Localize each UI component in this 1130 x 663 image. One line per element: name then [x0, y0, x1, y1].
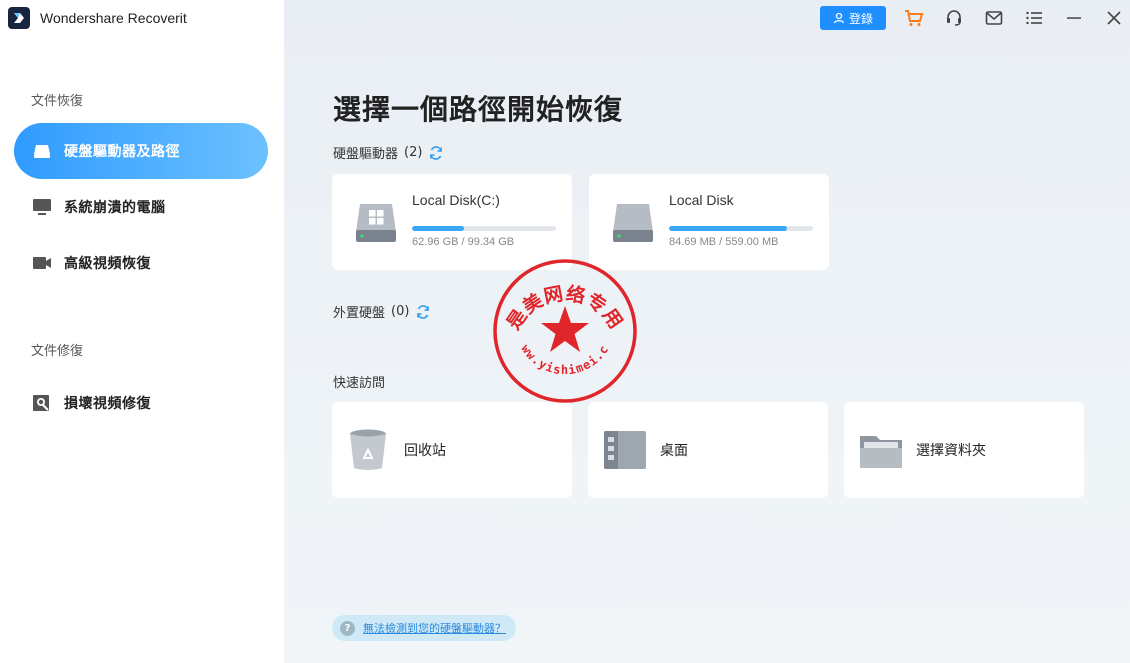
close-icon[interactable] [1104, 8, 1124, 28]
red-seal-stamp: 赤是美网络专用章 www.yishimei.cn [480, 238, 640, 406]
app-title-bar: Wondershare Recoverit [8, 6, 187, 30]
login-label: 登錄 [848, 11, 873, 26]
desktop-icon [602, 428, 648, 472]
sidebar-item-advanced-video[interactable]: 高級視頻恢復 [14, 235, 268, 291]
quick-access-label: 快速訪問 [333, 372, 385, 391]
sidebar-item-label: 硬盤驅動器及路徑 [64, 144, 180, 160]
external-label: 外置硬盤 [333, 306, 386, 321]
section-label-recover: 文件恢復 [31, 94, 84, 109]
windows-drive-icon [354, 202, 398, 244]
sidebar: Wondershare Recoverit 文件恢復 硬盤驅動器及路徑 系統崩潰… [0, 0, 284, 663]
external-count: (0) [391, 304, 410, 319]
video-camera-icon [32, 253, 52, 273]
question-icon: ? [340, 620, 355, 636]
drive-icon [611, 202, 655, 244]
user-icon [833, 12, 845, 24]
quick-card-recycle-bin[interactable]: 回收站 [332, 402, 572, 498]
drives-group-label: 硬盤驅動器 (2) [333, 143, 444, 162]
sidebar-item-video-repair[interactable]: 損壞視頻修復 [14, 375, 268, 431]
disk-size: 62.96 GB / 99.34 GB [412, 236, 515, 248]
sidebar-item-label: 損壞視頻修復 [64, 396, 151, 412]
folder-icon [858, 428, 904, 472]
sidebar-item-label: 高級視頻恢復 [64, 256, 151, 272]
section-label-repair: 文件修復 [31, 344, 84, 359]
hard-drive-icon [32, 141, 52, 161]
quick-item-label: 回收站 [404, 443, 446, 459]
quick-access-label-text: 快速訪問 [333, 376, 386, 391]
support-headset-icon[interactable] [944, 8, 964, 28]
quick-item-label: 選擇資料夾 [916, 443, 986, 459]
quick-item-label: 桌面 [660, 443, 688, 459]
minimize-icon[interactable] [1064, 8, 1084, 28]
refresh-icon[interactable] [428, 145, 444, 161]
recycle-bin-icon [346, 428, 392, 472]
disk-usage-fill [412, 226, 464, 231]
app-name: Wondershare Recoverit [40, 10, 187, 26]
drives-count: (2) [404, 145, 423, 160]
menu-list-icon[interactable] [1024, 8, 1044, 28]
monitor-icon [32, 197, 52, 217]
disk-name: Local Disk(C:) [412, 192, 500, 208]
sidebar-item-hard-drive[interactable]: 硬盤驅動器及路徑 [14, 123, 268, 179]
disk-name: Local Disk [669, 192, 734, 208]
help-link-text[interactable]: 無法檢測到您的硬盤驅動器？ [363, 620, 506, 636]
quick-card-desktop[interactable]: 桌面 [588, 402, 828, 498]
refresh-icon[interactable] [415, 304, 431, 320]
page-title: 選擇一個路徑開始恢復 [333, 93, 624, 126]
external-group-label: 外置硬盤 (0) [333, 302, 431, 321]
mail-icon[interactable] [984, 8, 1004, 28]
disk-usage-fill [669, 226, 788, 231]
drives-label: 硬盤驅動器 [333, 147, 399, 162]
recoverit-logo-icon [8, 7, 30, 29]
disk-usage-bar [669, 226, 813, 231]
main-panel: 登錄 選擇一個路徑開始恢復 硬盤驅動器 (2) Local Disk(C:) 6… [284, 0, 1130, 663]
sidebar-item-crashed-computer[interactable]: 系統崩潰的電腦 [14, 179, 268, 235]
help-link[interactable]: ? 無法檢測到您的硬盤驅動器？ [332, 615, 516, 641]
svg-text:赤是美网络专用章: 赤是美网络专用章 [490, 256, 627, 334]
disk-size: 84.69 MB / 559.00 MB [669, 236, 779, 248]
login-button[interactable]: 登錄 [820, 6, 886, 30]
stamp-arc-text: 赤是美网络专用章 [480, 238, 626, 334]
disk-usage-bar [412, 226, 556, 231]
sidebar-item-label: 系統崩潰的電腦 [64, 200, 166, 216]
quick-card-select-folder[interactable]: 選擇資料夾 [844, 402, 1084, 498]
cart-icon[interactable] [904, 8, 924, 28]
video-repair-icon [32, 393, 52, 413]
